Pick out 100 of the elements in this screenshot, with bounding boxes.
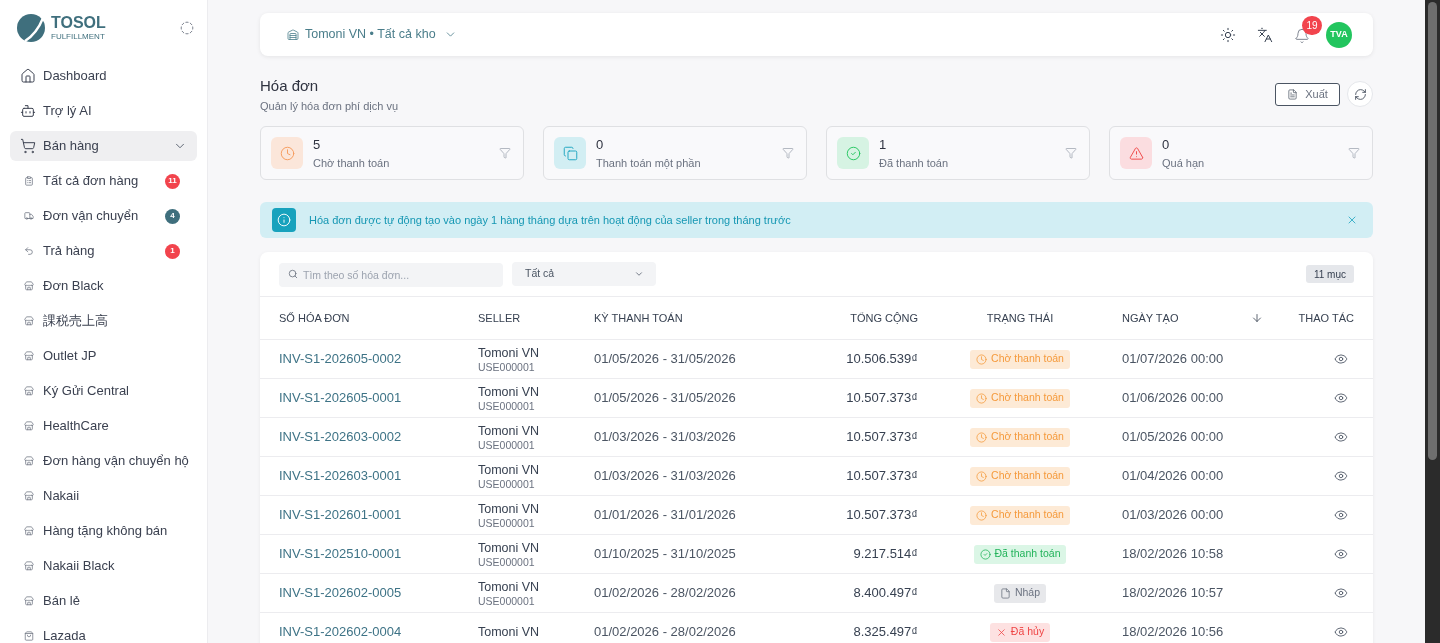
view-icon[interactable] bbox=[1334, 352, 1348, 366]
total-amount: 10.507.373₫ bbox=[846, 467, 918, 486]
stat-value: 0 bbox=[596, 136, 605, 153]
notification-bell-icon[interactable] bbox=[1294, 27, 1310, 44]
home-icon bbox=[20, 68, 36, 84]
column-header: SELLER bbox=[478, 310, 521, 326]
status-select[interactable]: Tất cả bbox=[512, 262, 656, 286]
created-date: 01/06/2026 00:00 bbox=[1122, 389, 1224, 408]
search-icon bbox=[288, 269, 298, 279]
clock-icon bbox=[976, 431, 988, 443]
billing-period: 01/03/2026 - 31/03/2026 bbox=[594, 428, 736, 447]
store-icon bbox=[24, 351, 34, 361]
status-text: Chờ thanh toán bbox=[991, 468, 1064, 484]
invoice-link[interactable]: INV-S1-202510-0001 bbox=[279, 544, 402, 564]
seller-name: Tomoni VN bbox=[478, 383, 541, 400]
status-text: Đã thanh toán bbox=[994, 546, 1061, 562]
store-icon bbox=[24, 596, 34, 606]
invoice-link[interactable]: INV-S1-202602-0004 bbox=[279, 622, 402, 642]
theme-toggle-icon[interactable] bbox=[1220, 26, 1236, 43]
stat-label: Quá hạn bbox=[1162, 155, 1205, 170]
total-amount: 10.506.539₫ bbox=[846, 350, 918, 369]
status-text: Chờ thanh toán bbox=[991, 390, 1064, 406]
billing-period: 01/02/2026 - 28/02/2026 bbox=[594, 584, 736, 603]
column-header: TRẠNG THÁI bbox=[986, 310, 1054, 326]
billing-period: 01/10/2025 - 31/10/2025 bbox=[594, 545, 736, 564]
invoice-link[interactable]: INV-S1-202603-0001 bbox=[279, 466, 402, 486]
export-button[interactable]: Xuất bbox=[1275, 82, 1340, 106]
view-icon[interactable] bbox=[1334, 625, 1348, 639]
search-field[interactable]: Tìm theo số hóa đơn... bbox=[279, 263, 503, 287]
view-icon[interactable] bbox=[1334, 547, 1348, 561]
view-icon[interactable] bbox=[1334, 391, 1348, 405]
check-circle-icon bbox=[979, 548, 991, 560]
store-icon bbox=[24, 421, 34, 431]
seller-name: Tomoni VN bbox=[478, 539, 541, 556]
clock-icon bbox=[976, 470, 988, 482]
cart-icon bbox=[20, 138, 36, 154]
total-amount: 10.507.373₫ bbox=[846, 506, 918, 525]
clock-icon bbox=[271, 137, 303, 169]
store-icon bbox=[24, 491, 34, 501]
workspace-selector[interactable]: Tomoni VN • Tất cả kho bbox=[287, 25, 457, 44]
created-date: 18/02/2026 10:58 bbox=[1122, 545, 1224, 564]
stat-value: 0 bbox=[1162, 136, 1171, 153]
scrollbar-thumb[interactable] bbox=[1428, 2, 1437, 460]
invoice-link[interactable]: INV-S1-202605-0001 bbox=[279, 388, 402, 408]
column-header: THAO TÁC bbox=[1298, 310, 1354, 326]
seller-name: Tomoni VN bbox=[478, 461, 541, 478]
view-icon[interactable] bbox=[1334, 586, 1348, 600]
count-badge: 4 bbox=[165, 208, 180, 224]
created-date: 18/02/2026 10:57 bbox=[1122, 584, 1224, 603]
seller-name: Tomoni VN bbox=[478, 422, 541, 439]
view-icon[interactable] bbox=[1334, 508, 1348, 522]
store-icon bbox=[24, 316, 34, 326]
created-date: 01/03/2026 00:00 bbox=[1122, 506, 1224, 525]
nav-item[interactable]: Bán hàng bbox=[10, 131, 197, 161]
refresh-button[interactable] bbox=[1347, 81, 1373, 107]
count-badge: 1 bbox=[165, 243, 180, 259]
count-badge: 11 bbox=[165, 173, 180, 189]
close-icon bbox=[995, 626, 1007, 638]
truck-icon bbox=[24, 211, 34, 221]
invoice-link[interactable]: INV-S1-202605-0002 bbox=[279, 349, 402, 369]
page-title: Hóa đơn bbox=[260, 77, 320, 95]
seller-code: USE000001 bbox=[478, 477, 536, 491]
billing-period: 01/02/2026 - 28/02/2026 bbox=[594, 623, 736, 642]
sort-arrow-icon[interactable] bbox=[1251, 312, 1263, 324]
store-icon bbox=[24, 561, 34, 571]
view-icon[interactable] bbox=[1334, 469, 1348, 483]
invoice-link[interactable]: INV-S1-202601-0001 bbox=[279, 505, 402, 525]
stacked-cards-icon bbox=[554, 137, 586, 169]
translate-icon[interactable] bbox=[1257, 26, 1273, 43]
collapse-sidebar-icon[interactable] bbox=[180, 21, 194, 35]
stat-label: Đã thanh toán bbox=[879, 155, 949, 170]
document-icon bbox=[1287, 88, 1299, 100]
seller-name: Tomoni VN bbox=[478, 344, 541, 361]
close-icon[interactable] bbox=[1346, 214, 1358, 226]
column-header: TỔNG CỘNG bbox=[850, 310, 918, 326]
scrollbar[interactable] bbox=[1425, 0, 1440, 643]
store-icon bbox=[24, 456, 34, 466]
column-header: KỲ THANH TOÁN bbox=[594, 310, 683, 326]
seller-code: USE000001 bbox=[478, 594, 536, 608]
bag-icon bbox=[24, 631, 34, 641]
total-amount: 8.325.497₫ bbox=[853, 623, 918, 642]
total-amount: 10.507.373₫ bbox=[846, 428, 918, 447]
invoice-link[interactable]: INV-S1-202602-0005 bbox=[279, 583, 402, 603]
robot-icon bbox=[20, 103, 36, 119]
created-date: 01/07/2026 00:00 bbox=[1122, 350, 1224, 369]
logo-text: TOSOL bbox=[51, 15, 106, 31]
billing-period: 01/03/2026 - 31/03/2026 bbox=[594, 467, 736, 486]
total-amount: 10.507.373₫ bbox=[846, 389, 918, 408]
logo-tagline: FULFILLMENT bbox=[51, 32, 106, 41]
seller-code: USE000001 bbox=[478, 438, 536, 452]
view-icon[interactable] bbox=[1334, 430, 1348, 444]
billing-period: 01/05/2026 - 31/05/2026 bbox=[594, 389, 736, 408]
stat-label: Chờ thanh toán bbox=[313, 155, 390, 170]
stat-value: 1 bbox=[879, 136, 888, 153]
clock-icon bbox=[976, 353, 988, 365]
warning-icon bbox=[1120, 137, 1152, 169]
created-date: 18/02/2026 10:56 bbox=[1122, 623, 1224, 642]
refresh-icon bbox=[1353, 87, 1367, 101]
created-date: 01/05/2026 00:00 bbox=[1122, 428, 1224, 447]
invoice-link[interactable]: INV-S1-202603-0002 bbox=[279, 427, 402, 447]
